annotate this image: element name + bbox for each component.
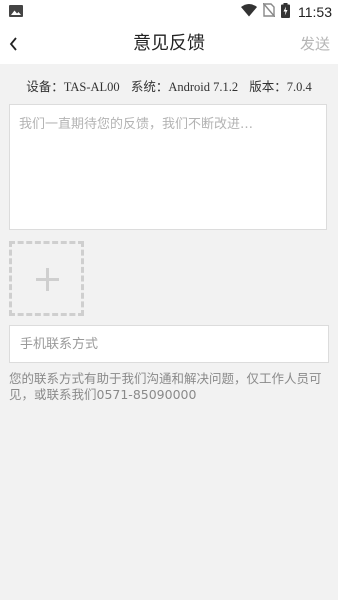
battery-charging-icon	[281, 2, 290, 22]
no-sim-icon	[262, 2, 276, 21]
image-icon	[9, 5, 23, 17]
contact-input[interactable]	[9, 325, 329, 363]
back-arrow-icon[interactable]	[6, 32, 30, 56]
device-model: 设备：TAS-AL00	[26, 80, 120, 94]
nav-bar: 意见反馈 发送	[0, 24, 338, 64]
add-image-button[interactable]	[9, 241, 84, 316]
status-time: 11:53	[298, 4, 332, 20]
app-version: 版本：7.0.4	[249, 80, 312, 94]
page-title: 意见反馈	[133, 33, 205, 54]
wifi-icon	[241, 3, 257, 21]
send-button[interactable]: 发送	[300, 24, 330, 64]
feedback-input[interactable]	[9, 104, 327, 230]
contact-hint: 您的联系方式有助于我们沟通和解决问题，仅工作人员可见，或联系我们0571-850…	[9, 371, 322, 402]
system-version: 系统：Android 7.1.2	[130, 80, 239, 94]
status-bar: 11:53	[0, 0, 338, 24]
device-info: 设备：TAS-AL00 系统：Android 7.1.2 版本：7.0.4	[0, 76, 338, 98]
